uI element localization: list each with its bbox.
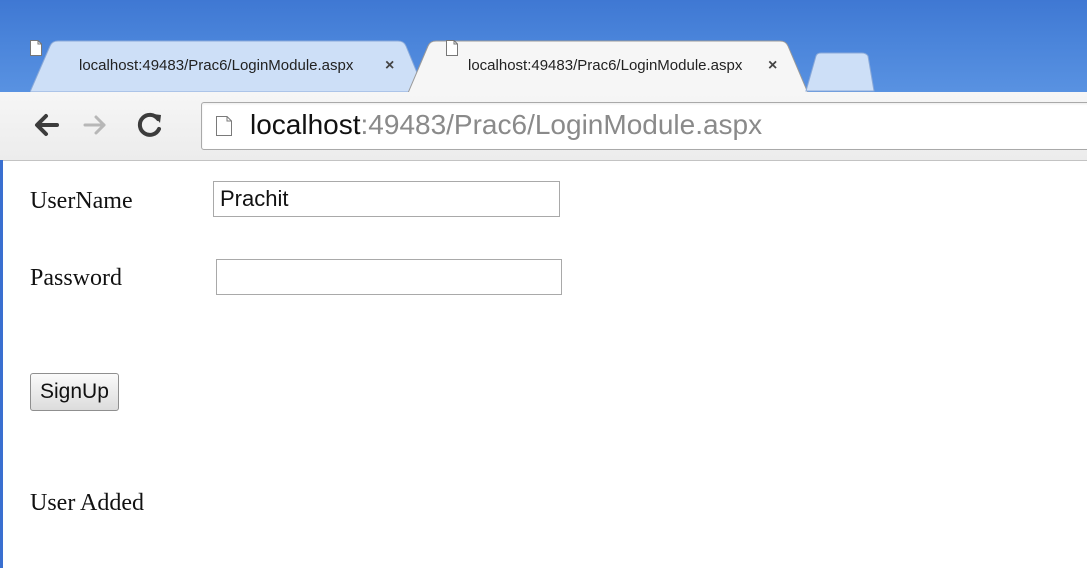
signup-button[interactable]: SignUp: [30, 373, 119, 411]
tab-active[interactable]: localhost:49483/Prac6/LoginModule.aspx ×: [408, 40, 808, 92]
reload-icon[interactable]: [133, 108, 167, 142]
password-label: Password: [30, 265, 123, 291]
address-url[interactable]: localhost:49483/Prac6/LoginModule.aspx: [250, 108, 762, 142]
username-label: UserName: [30, 188, 133, 214]
page-icon: [30, 40, 42, 56]
username-field[interactable]: Prachit: [213, 181, 560, 217]
status-message: User Added: [30, 490, 144, 516]
close-icon[interactable]: ×: [385, 56, 394, 76]
tab-strip: localhost:49483/Prac6/LoginModule.aspx ×…: [0, 40, 1087, 92]
page-content: UserName Prachit Password SignUp User Ad…: [3, 161, 1087, 568]
tab-title: localhost:49483/Prac6/LoginModule.aspx: [79, 57, 354, 74]
new-tab-button[interactable]: [802, 52, 876, 92]
close-icon[interactable]: ×: [768, 56, 777, 76]
page-icon: [446, 40, 458, 56]
url-host: localhost: [250, 109, 361, 140]
back-arrow-icon[interactable]: [30, 108, 64, 142]
address-bar[interactable]: localhost:49483/Prac6/LoginModule.aspx: [201, 102, 1087, 150]
browser-toolbar: localhost:49483/Prac6/LoginModule.aspx: [0, 92, 1087, 161]
tab-title: localhost:49483/Prac6/LoginModule.aspx: [468, 57, 743, 74]
page-icon: [216, 116, 232, 136]
password-field[interactable]: [216, 259, 562, 295]
tab-inactive[interactable]: localhost:49483/Prac6/LoginModule.aspx ×: [30, 40, 425, 92]
url-path: :49483/Prac6/LoginModule.aspx: [360, 109, 763, 140]
forward-arrow-icon[interactable]: [78, 108, 112, 142]
